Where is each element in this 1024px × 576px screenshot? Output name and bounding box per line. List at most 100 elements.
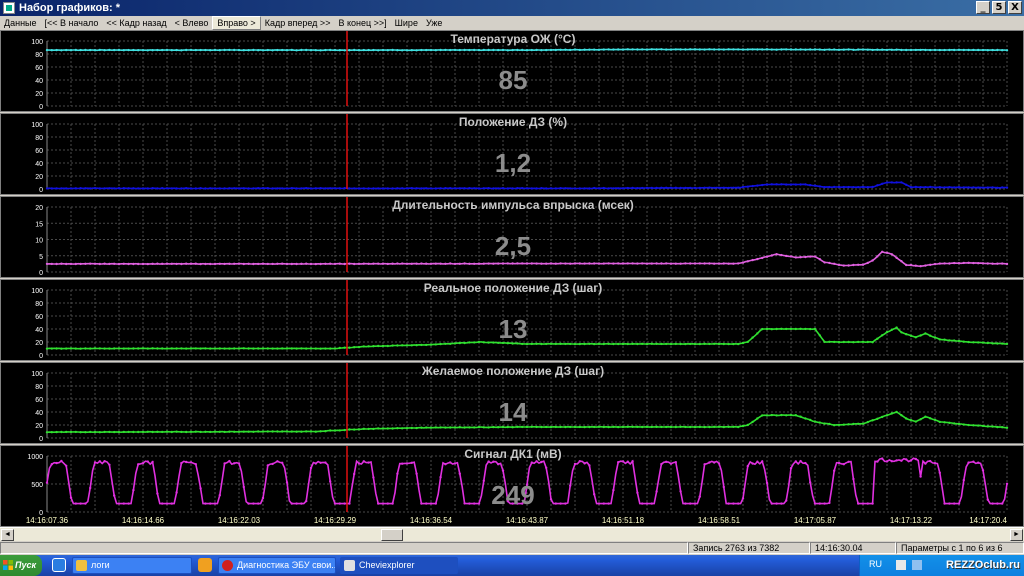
menu-item-3[interactable]: < Влево	[171, 16, 213, 30]
data-point	[957, 48, 961, 51]
data-point	[943, 338, 946, 341]
ie-icon[interactable]	[52, 558, 66, 572]
data-point	[549, 262, 553, 265]
data-point	[698, 48, 701, 51]
taskbar-item-logs[interactable]: логи	[72, 557, 192, 574]
data-point	[218, 494, 221, 497]
data-point	[242, 485, 245, 489]
data-point	[789, 183, 793, 186]
close-button[interactable]: X	[1008, 1, 1022, 14]
data-point	[290, 430, 293, 433]
data-point	[837, 48, 841, 51]
data-point	[194, 347, 197, 350]
y-tick-label: 0	[39, 270, 43, 277]
data-point	[722, 262, 725, 265]
data-point	[122, 187, 126, 190]
menu-item-0[interactable]: Данные	[0, 16, 41, 30]
menu-item-8[interactable]: Уже	[422, 16, 446, 30]
data-point	[482, 426, 485, 429]
data-point	[597, 425, 601, 428]
data-point	[981, 262, 985, 265]
media-icon[interactable]	[198, 558, 212, 572]
restore-button[interactable]: 5	[992, 1, 1006, 14]
y-tick-label: 40	[35, 410, 43, 417]
data-point	[914, 336, 917, 339]
data-point	[813, 184, 817, 187]
data-point	[895, 48, 898, 51]
data-point	[89, 486, 92, 490]
data-point	[103, 347, 106, 350]
data-point	[861, 48, 865, 51]
data-point	[612, 425, 615, 428]
data-point	[242, 430, 245, 433]
data-point	[660, 342, 663, 346]
data-point	[746, 185, 749, 188]
chart-panel-4[interactable]: 100 80 60 40 20 0 Желаемое положение ДЗ (шаг) 1…	[0, 362, 1024, 444]
chart-svg-2: 20 15 10 5 0 Длительность импульса впрыска (м…	[35, 197, 1009, 277]
data-point	[717, 48, 721, 51]
data-point	[861, 340, 865, 343]
data-point	[69, 347, 73, 350]
data-point	[717, 425, 721, 428]
data-point	[396, 427, 399, 430]
data-point	[842, 463, 845, 466]
data-point	[492, 48, 495, 52]
minimize-button[interactable]: _	[976, 1, 990, 14]
data-point	[386, 262, 389, 266]
taskbar-item-cheviexplorer[interactable]: Cheviexplorer	[340, 557, 458, 574]
data-point	[866, 48, 869, 51]
start-button[interactable]: Пуск	[0, 555, 42, 576]
data-point	[885, 48, 889, 52]
taskbar-item-diagnostics[interactable]: Диагностика ЭБУ свои...	[218, 557, 336, 574]
data-point	[689, 502, 692, 505]
data-point	[146, 430, 149, 433]
data-point	[362, 262, 365, 265]
data-point	[127, 262, 130, 266]
x-tick-label: 14:16:43.87	[506, 516, 549, 525]
data-point	[285, 481, 289, 484]
data-point	[583, 342, 586, 346]
data-point	[165, 347, 169, 350]
data-point	[626, 425, 629, 428]
horizontal-scrollbar[interactable]: ◄ ►	[0, 527, 1024, 541]
chart-panel-1[interactable]: 100 80 60 40 20 0 Положение ДЗ (%) 1,2	[0, 113, 1024, 195]
y-tick-label: 5	[39, 254, 43, 261]
data-point	[789, 327, 793, 331]
data-point	[799, 459, 802, 463]
scroll-thumb[interactable]	[381, 529, 403, 541]
data-point	[473, 502, 476, 505]
data-point	[257, 502, 260, 505]
data-point	[885, 460, 889, 463]
data-point	[602, 48, 605, 51]
data-point	[453, 462, 457, 465]
menu-item-6[interactable]: В конец >>]	[334, 16, 390, 30]
data-point	[305, 347, 308, 350]
menu-item-1[interactable]: [<< В начало	[41, 16, 103, 30]
data-point	[871, 502, 874, 505]
flag-icon[interactable]	[896, 560, 906, 570]
data-point	[713, 461, 716, 464]
data-point	[69, 430, 73, 434]
menu-item-2[interactable]: << Кадр назад	[102, 16, 170, 30]
data-point	[612, 48, 615, 51]
chart-panel-0[interactable]: 100 80 60 40 20 0 Температура ОЖ (°С) 85	[0, 30, 1024, 112]
data-point	[108, 347, 111, 350]
chart-panel-3[interactable]: 100 80 60 40 20 0 Реальное положение ДЗ (шаг) 1…	[0, 279, 1024, 361]
data-point	[895, 256, 898, 259]
menu-item-7[interactable]: Шире	[391, 16, 422, 30]
data-point	[981, 424, 985, 428]
scroll-right-button[interactable]: ►	[1010, 529, 1023, 541]
data-point	[737, 262, 740, 265]
scroll-left-button[interactable]: ◄	[1, 529, 14, 541]
chart-panel-5[interactable]: 1000 500 0 Сигнал ДК1 (мВ) 249 14:16:07.36 14:…	[0, 445, 1024, 527]
menu-item-5[interactable]: Кадр вперед >>	[261, 16, 335, 30]
status-time: 14:16:30.04	[810, 542, 896, 554]
data-point	[722, 425, 725, 429]
data-point	[641, 425, 644, 429]
network-icon[interactable]	[912, 560, 922, 570]
chart-panel-2[interactable]: 20 15 10 5 0 Длительность импульса впрыска (м…	[0, 196, 1024, 278]
language-indicator[interactable]: RU	[869, 559, 882, 569]
menu-item-4[interactable]: Вправо >	[212, 16, 261, 30]
data-point	[583, 425, 586, 429]
data-point	[871, 419, 874, 422]
